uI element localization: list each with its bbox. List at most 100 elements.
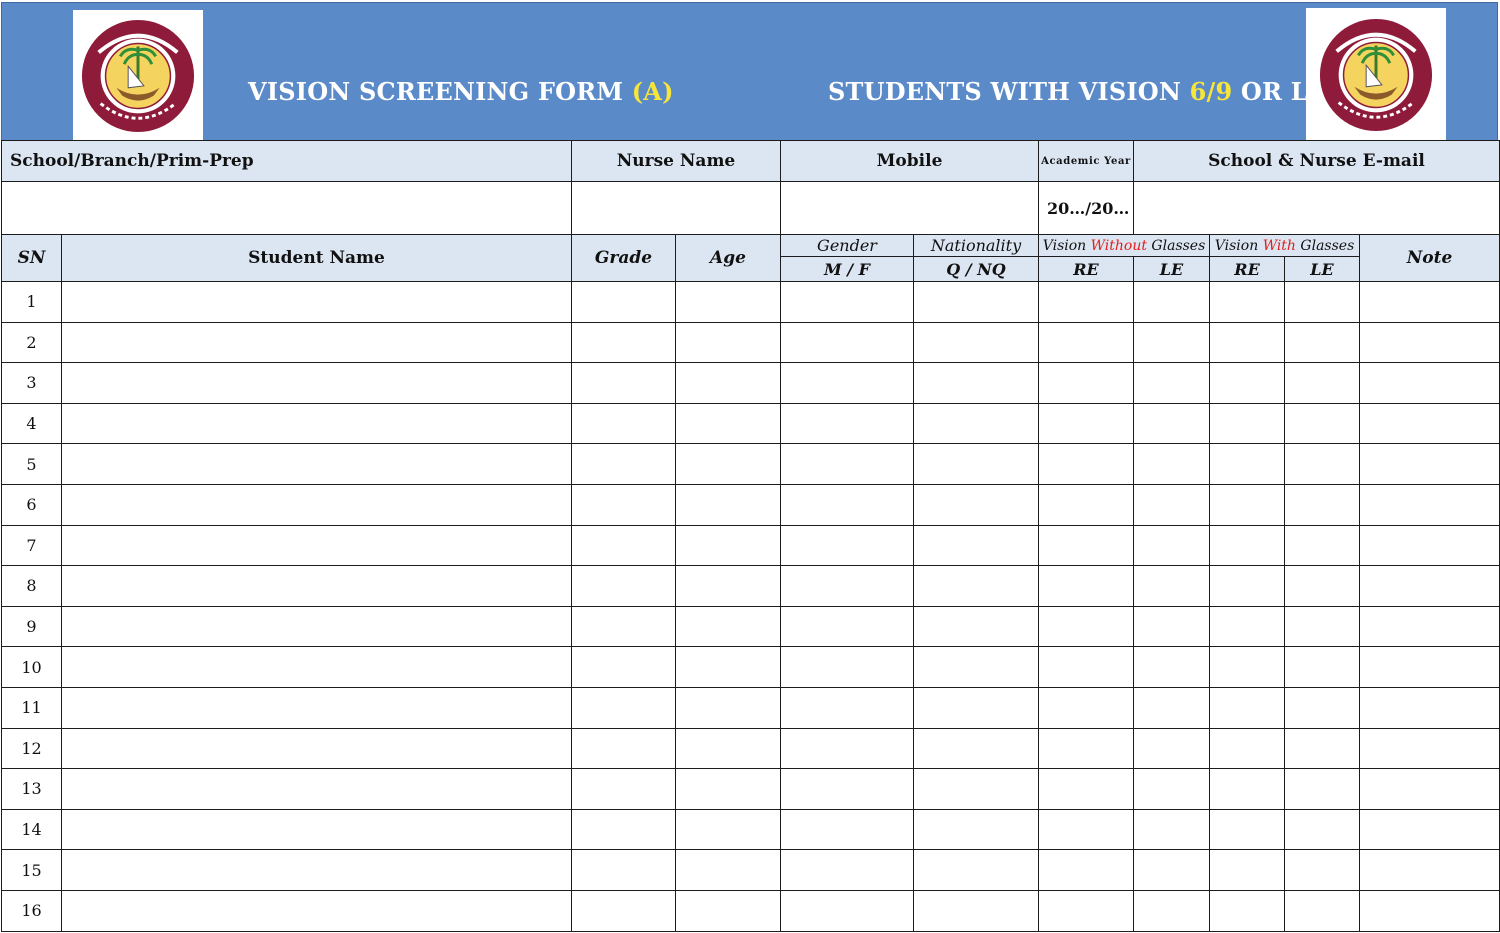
gender-cell[interactable] <box>780 524 914 567</box>
note-cell[interactable] <box>1359 686 1500 729</box>
note-cell[interactable] <box>1359 524 1500 567</box>
gender-cell[interactable] <box>780 768 914 810</box>
nationality-cell[interactable] <box>913 402 1039 445</box>
note-cell[interactable] <box>1359 281 1500 323</box>
student-name-cell[interactable] <box>61 646 572 688</box>
student-name-cell[interactable] <box>61 889 572 932</box>
age-cell[interactable] <box>675 281 781 323</box>
note-cell[interactable] <box>1359 321 1500 364</box>
le-without-glasses-cell[interactable] <box>1132 686 1211 729</box>
re-with-glasses-cell[interactable] <box>1209 281 1286 323</box>
le-without-glasses-cell[interactable] <box>1132 402 1211 445</box>
le-with-glasses-cell[interactable] <box>1284 605 1361 648</box>
nationality-cell[interactable] <box>913 483 1039 526</box>
note-cell[interactable] <box>1359 768 1500 810</box>
le-without-glasses-cell[interactable] <box>1132 524 1211 567</box>
grade-cell[interactable] <box>571 443 676 485</box>
re-without-glasses-cell[interactable] <box>1038 402 1134 445</box>
le-without-glasses-cell[interactable] <box>1132 443 1211 485</box>
student-name-cell[interactable] <box>61 849 572 891</box>
nationality-cell[interactable] <box>913 889 1039 932</box>
gender-cell[interactable] <box>780 483 914 526</box>
le-with-glasses-cell[interactable] <box>1284 768 1361 810</box>
student-name-cell[interactable] <box>61 402 572 445</box>
school-branch-field[interactable] <box>1 181 572 235</box>
student-name-cell[interactable] <box>61 524 572 567</box>
nationality-cell[interactable] <box>913 443 1039 485</box>
gender-cell[interactable] <box>780 362 914 404</box>
re-with-glasses-cell[interactable] <box>1209 686 1286 729</box>
student-name-cell[interactable] <box>61 362 572 404</box>
re-with-glasses-cell[interactable] <box>1209 321 1286 364</box>
le-with-glasses-cell[interactable] <box>1284 443 1361 485</box>
nationality-cell[interactable] <box>913 768 1039 810</box>
re-without-glasses-cell[interactable] <box>1038 808 1134 851</box>
le-with-glasses-cell[interactable] <box>1284 565 1361 607</box>
nationality-cell[interactable] <box>913 849 1039 891</box>
student-name-cell[interactable] <box>61 808 572 851</box>
grade-cell[interactable] <box>571 483 676 526</box>
re-without-glasses-cell[interactable] <box>1038 321 1134 364</box>
le-with-glasses-cell[interactable] <box>1284 281 1361 323</box>
grade-cell[interactable] <box>571 321 676 364</box>
age-cell[interactable] <box>675 686 781 729</box>
age-cell[interactable] <box>675 321 781 364</box>
grade-cell[interactable] <box>571 524 676 567</box>
nationality-cell[interactable] <box>913 524 1039 567</box>
nationality-cell[interactable] <box>913 727 1039 770</box>
gender-cell[interactable] <box>780 686 914 729</box>
note-cell[interactable] <box>1359 808 1500 851</box>
age-cell[interactable] <box>675 605 781 648</box>
re-with-glasses-cell[interactable] <box>1209 646 1286 688</box>
re-without-glasses-cell[interactable] <box>1038 362 1134 404</box>
re-without-glasses-cell[interactable] <box>1038 768 1134 810</box>
grade-cell[interactable] <box>571 808 676 851</box>
student-name-cell[interactable] <box>61 565 572 607</box>
le-without-glasses-cell[interactable] <box>1132 483 1211 526</box>
re-without-glasses-cell[interactable] <box>1038 483 1134 526</box>
le-without-glasses-cell[interactable] <box>1132 321 1211 364</box>
le-with-glasses-cell[interactable] <box>1284 849 1361 891</box>
age-cell[interactable] <box>675 849 781 891</box>
note-cell[interactable] <box>1359 889 1500 932</box>
email-field[interactable] <box>1133 181 1500 235</box>
gender-cell[interactable] <box>780 605 914 648</box>
student-name-cell[interactable] <box>61 483 572 526</box>
re-with-glasses-cell[interactable] <box>1209 605 1286 648</box>
le-with-glasses-cell[interactable] <box>1284 524 1361 567</box>
age-cell[interactable] <box>675 402 781 445</box>
student-name-cell[interactable] <box>61 605 572 648</box>
re-with-glasses-cell[interactable] <box>1209 524 1286 567</box>
gender-cell[interactable] <box>780 565 914 607</box>
re-with-glasses-cell[interactable] <box>1209 808 1286 851</box>
age-cell[interactable] <box>675 443 781 485</box>
gender-cell[interactable] <box>780 889 914 932</box>
re-without-glasses-cell[interactable] <box>1038 646 1134 688</box>
note-cell[interactable] <box>1359 646 1500 688</box>
gender-cell[interactable] <box>780 443 914 485</box>
note-cell[interactable] <box>1359 727 1500 770</box>
re-with-glasses-cell[interactable] <box>1209 402 1286 445</box>
nationality-cell[interactable] <box>913 565 1039 607</box>
note-cell[interactable] <box>1359 849 1500 891</box>
re-with-glasses-cell[interactable] <box>1209 443 1286 485</box>
note-cell[interactable] <box>1359 565 1500 607</box>
le-with-glasses-cell[interactable] <box>1284 727 1361 770</box>
grade-cell[interactable] <box>571 281 676 323</box>
grade-cell[interactable] <box>571 768 676 810</box>
note-cell[interactable] <box>1359 443 1500 485</box>
re-without-glasses-cell[interactable] <box>1038 443 1134 485</box>
gender-cell[interactable] <box>780 321 914 364</box>
gender-cell[interactable] <box>780 808 914 851</box>
student-name-cell[interactable] <box>61 443 572 485</box>
le-without-glasses-cell[interactable] <box>1132 605 1211 648</box>
student-name-cell[interactable] <box>61 686 572 729</box>
nurse-name-field[interactable] <box>571 181 781 235</box>
age-cell[interactable] <box>675 524 781 567</box>
age-cell[interactable] <box>675 768 781 810</box>
age-cell[interactable] <box>675 889 781 932</box>
re-without-glasses-cell[interactable] <box>1038 686 1134 729</box>
re-without-glasses-cell[interactable] <box>1038 605 1134 648</box>
le-with-glasses-cell[interactable] <box>1284 889 1361 932</box>
le-without-glasses-cell[interactable] <box>1132 889 1211 932</box>
